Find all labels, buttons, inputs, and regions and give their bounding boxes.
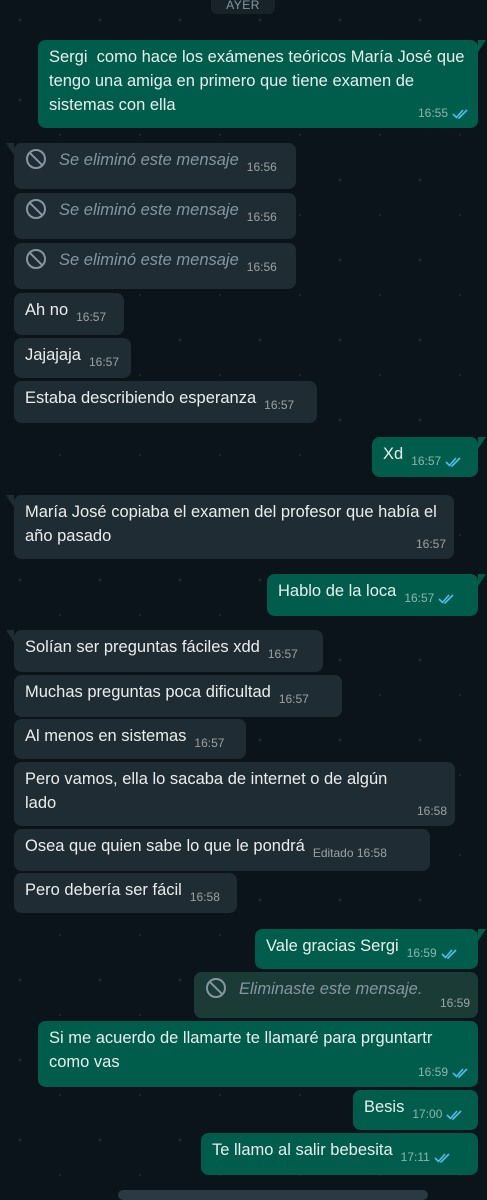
message-time: 16:57 [88, 355, 119, 369]
read-ticks-icon [446, 1109, 462, 1120]
message-bubble-incoming[interactable]: Osea que quien sabe lo que le pondrá Edit… [14, 829, 430, 871]
message-text: Si me acuerdo de llamarte te llamaré par… [49, 1029, 437, 1071]
message-text: Jajajaja [25, 346, 81, 364]
deleted-ban-icon [26, 248, 46, 269]
message-text: Osea que quien sabe lo que le pondrá [25, 837, 305, 855]
message-meta: 17:11 [401, 1145, 452, 1169]
message-time: 16:58 [416, 804, 447, 818]
message-time: 16:57 [267, 647, 298, 661]
message-meta: 16:59 [440, 991, 470, 1015]
message-text: Pero vamos, ella lo sacaba de internet o… [25, 770, 392, 812]
message-meta: 17:00 [412, 1102, 464, 1126]
message-meta: 16:58 [190, 885, 220, 909]
message-meta: 16:56 [247, 255, 277, 279]
message-bubble-incoming[interactable]: Estaba describiendo esperanza 16:57 [14, 381, 317, 423]
message-text: Besis [364, 1098, 405, 1116]
message-composer[interactable] [118, 1190, 428, 1200]
message-time: 16:57 [264, 398, 295, 412]
message-meta: 16:57 [264, 393, 294, 417]
message-text: María José copiaba el examen del profeso… [25, 503, 442, 545]
message-meta: 16:59 [407, 941, 459, 965]
message-time: 16:56 [246, 160, 277, 174]
message-text: Xd [383, 445, 404, 463]
message-time: 16:59 [406, 946, 437, 960]
message-meta: 16:57 [194, 731, 224, 755]
message-bubble-outgoing[interactable]: Te llamo al salir bebesita 17:11 [201, 1133, 478, 1175]
message-bubble-incoming[interactable]: Al menos en sistemas 16:57 [14, 719, 246, 759]
message-meta: 16:57 [411, 449, 463, 473]
message-time: 16:59 [439, 996, 470, 1010]
message-time: 16:57 [194, 736, 225, 750]
read-ticks-icon [441, 948, 457, 959]
message-text: Muchas preguntas poca dificultad [25, 683, 271, 701]
read-ticks-icon [438, 593, 454, 604]
message-time: 16:57 [278, 692, 309, 706]
message-meta: 16:56 [247, 155, 277, 179]
message-text: Ah no [25, 301, 69, 319]
message-text: Al menos en sistemas [25, 727, 187, 745]
read-ticks-icon [452, 108, 468, 119]
message-bubble-incoming[interactable]: Muchas preguntas poca dificultad 16:57 [14, 675, 342, 717]
message-bubble-outgoing[interactable]: Vale gracias Sergi 16:59 [255, 929, 486, 969]
message-text: Se eliminó este mensaje [59, 201, 239, 219]
message-time: 16:56 [246, 210, 277, 224]
message-bubble-incoming[interactable]: Pero vamos, ella lo sacaba de internet o… [14, 762, 455, 826]
read-ticks-icon [445, 456, 461, 467]
message-meta: 16:57 [279, 687, 309, 711]
message-text: Se eliminó este mensaje [59, 151, 239, 169]
message-time: 17:00 [412, 1107, 443, 1121]
message-bubble-incoming[interactable]: María José copiaba el examen del profeso… [6, 495, 454, 559]
message-bubble-deleted[interactable]: Se eliminó este mensaje 16:56 [14, 243, 296, 289]
message-time: Editado 16:58 [312, 846, 387, 860]
message-time: 16:57 [76, 310, 107, 324]
message-bubble-incoming[interactable]: Ah no 16:57 [14, 293, 124, 335]
message-meta: 16:56 [247, 205, 277, 229]
message-meta: 16:58 [417, 799, 447, 823]
message-time: 16:57 [404, 591, 435, 605]
message-bubble-deleted-outgoing[interactable]: Eliminaste este mensaje. 16:59 [194, 972, 478, 1018]
date-separator: AYER [211, 0, 275, 14]
message-text: Eliminaste este mensaje. [239, 980, 423, 998]
message-time: 16:57 [411, 454, 442, 468]
message-text: Estaba describiendo esperanza [25, 389, 257, 407]
message-meta: 16:55 [418, 101, 470, 125]
message-meta: Editado 16:58 [313, 841, 387, 865]
read-ticks-icon [434, 1152, 450, 1163]
message-meta: 16:57 [89, 350, 119, 374]
message-time: 17:11 [400, 1150, 430, 1164]
message-bubble-deleted[interactable]: Se eliminó este mensaje 16:56 [14, 193, 296, 239]
message-text: Hablo de la loca [278, 582, 397, 600]
message-bubble-outgoing[interactable]: Hablo de la loca 16:57 [267, 574, 486, 616]
message-meta: 16:59 [418, 1060, 470, 1084]
message-text: Solían ser preguntas fáciles xdd [25, 638, 260, 656]
message-meta: 16:57 [416, 532, 446, 556]
message-bubble-outgoing[interactable]: Sergi como hace los exámenes teóricos Ma… [38, 40, 486, 128]
read-ticks-icon [452, 1067, 468, 1078]
message-text: Se eliminó este mensaje [59, 251, 239, 269]
deleted-ban-icon [26, 148, 46, 169]
message-bubble-outgoing[interactable]: Xd 16:57 [372, 437, 486, 477]
message-text: Te llamo al salir bebesita [212, 1141, 393, 1159]
message-meta: 16:57 [404, 586, 456, 610]
message-time: 16:56 [246, 260, 277, 274]
message-text: Sergi como hace los exámenes teóricos Ma… [49, 48, 470, 114]
message-bubble-incoming[interactable]: Jajajaja 16:57 [14, 338, 131, 378]
deleted-ban-icon [26, 198, 46, 219]
message-time: 16:57 [415, 537, 446, 551]
message-meta: 16:57 [76, 305, 106, 329]
message-text: Vale gracias Sergi [266, 937, 399, 955]
message-bubble-outgoing[interactable]: Si me acuerdo de llamarte te llamaré par… [38, 1021, 478, 1087]
deleted-ban-icon [206, 977, 226, 998]
message-bubble-incoming[interactable]: Solían ser preguntas fáciles xdd 16:57 [6, 630, 323, 672]
message-time: 16:58 [189, 890, 220, 904]
message-bubble-deleted[interactable]: Se eliminó este mensaje 16:56 [6, 143, 296, 189]
message-time: 16:59 [417, 1065, 448, 1079]
message-bubble-incoming[interactable]: Pero debería ser fácil 16:58 [14, 873, 237, 913]
message-time: 16:55 [417, 106, 448, 120]
message-bubble-outgoing[interactable]: Besis 17:00 [353, 1090, 478, 1130]
message-meta: 16:57 [268, 642, 298, 666]
message-text: Pero debería ser fácil [25, 881, 182, 899]
